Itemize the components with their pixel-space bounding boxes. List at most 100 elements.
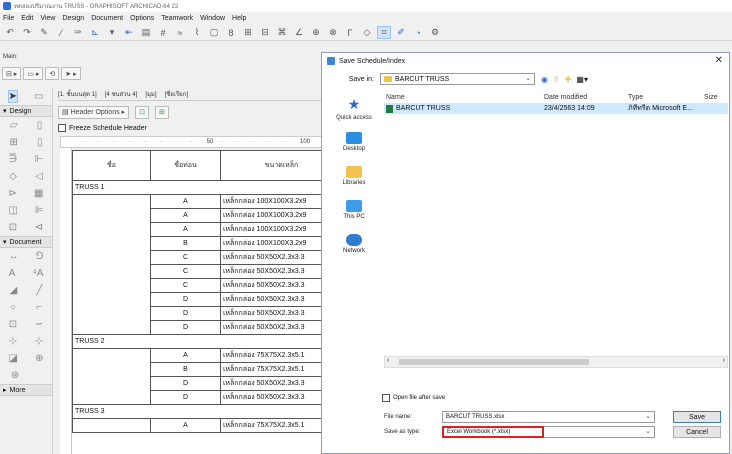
dimension-icon[interactable]: ↔	[9, 251, 19, 262]
window-icon[interactable]: ⊫	[35, 205, 44, 216]
ruler-icon[interactable]: Γ	[344, 27, 356, 38]
layer-icon[interactable]: ⊾	[89, 27, 101, 38]
col-size[interactable]: Size	[704, 94, 728, 101]
merge-button[interactable]: ⊞	[154, 105, 169, 119]
align-icon[interactable]: ⊟	[259, 27, 271, 38]
document-section-header[interactable]: ▾ Document	[0, 236, 52, 248]
menu-edit[interactable]: Edit	[21, 15, 33, 22]
measure-icon[interactable]: ∠	[293, 27, 305, 38]
size-cell[interactable]: เหล็กกล่อง 100X100X3.2x9	[220, 222, 332, 237]
level-dimension-icon[interactable]: ⅁	[36, 251, 44, 262]
size-cell[interactable]: เหล็กกล่อง 75X75X2.3x5.1	[220, 418, 332, 433]
line-icon[interactable]: ╱	[36, 285, 42, 296]
frame-icon[interactable]: ▢	[208, 27, 220, 38]
lock-icon[interactable]: 8	[225, 27, 237, 38]
col-name[interactable]: Name	[384, 94, 544, 101]
dropdown-icon[interactable]: ▾	[106, 27, 118, 38]
snap-icon[interactable]: ≈	[174, 27, 186, 38]
pen-icon[interactable]: ✑	[72, 27, 84, 38]
part-cell[interactable]: D	[150, 320, 221, 335]
col-date[interactable]: Date modified	[544, 94, 628, 101]
scroll-right-icon[interactable]: ›	[723, 357, 725, 364]
refresh-icon[interactable]: ⟲	[45, 67, 60, 80]
trace-icon[interactable]: ⊗	[327, 27, 339, 38]
part-cell[interactable]: B	[150, 236, 221, 251]
menu-design[interactable]: Design	[62, 15, 84, 22]
place-quick-access[interactable]: ★ Quick access	[326, 91, 382, 125]
size-cell[interactable]: เหล็กกล่อง 50X50X2.3x3.3	[220, 376, 332, 391]
part-cell[interactable]: C	[150, 278, 221, 293]
part-cell[interactable]: C	[150, 264, 221, 279]
part-cell[interactable]: D	[150, 376, 221, 391]
menu-file[interactable]: File	[3, 15, 14, 22]
place-this-pc[interactable]: This PC	[326, 193, 382, 227]
size-cell[interactable]: เหล็กกล่อง 50X50X2.3x3.3	[220, 250, 332, 265]
up-folder-icon[interactable]: ⇪	[553, 75, 560, 84]
name-cell[interactable]	[72, 264, 151, 279]
design-section-header[interactable]: ▾ Design	[0, 105, 52, 117]
name-cell[interactable]	[72, 320, 151, 335]
open-after-checkbox[interactable]	[382, 394, 390, 402]
freeze-checkbox[interactable]	[58, 124, 66, 132]
fill-icon[interactable]: ▤	[140, 27, 152, 38]
pencil-icon[interactable]: ✎	[38, 27, 50, 38]
col-header-size[interactable]: ขนาดเหล็ก	[220, 150, 332, 181]
group-name-cell[interactable]: TRUSS 2	[72, 334, 332, 349]
name-cell[interactable]	[72, 418, 151, 433]
file-name-field[interactable]: BARCUT TRUSS.xlsx ⌄	[442, 411, 655, 423]
part-cell[interactable]: D	[150, 306, 221, 321]
tab-floor[interactable]: [1. ชั้นบนสุด 1]	[58, 89, 97, 99]
figure-icon[interactable]: ⊹	[35, 336, 43, 347]
polyline-icon[interactable]: ⌐	[36, 302, 42, 313]
sun-icon[interactable]: ◇	[361, 27, 373, 38]
name-cell[interactable]	[72, 306, 151, 321]
name-cell[interactable]	[72, 362, 151, 377]
name-cell[interactable]	[72, 348, 151, 363]
name-cell[interactable]	[72, 236, 151, 251]
part-cell[interactable]: A	[150, 348, 221, 363]
col-type[interactable]: Type	[628, 94, 704, 101]
col-header-part[interactable]: ชื่อท่อน	[150, 150, 221, 181]
zoom-icon[interactable]: ⊕	[310, 27, 322, 38]
size-cell[interactable]: เหล็กกล่อง 75X75X2.3x5.1	[220, 362, 332, 377]
freeze-header-option[interactable]: Freeze Schedule Header	[58, 122, 332, 134]
group-name-cell[interactable]: TRUSS 3	[72, 404, 332, 419]
arrow-icon[interactable]: ➤	[7, 90, 18, 103]
selected-tool-icon[interactable]: ⌗	[377, 26, 391, 39]
scroll-left-icon[interactable]: ‹	[387, 357, 389, 364]
column-icon[interactable]: ▯	[37, 120, 43, 131]
menu-window[interactable]: Window	[200, 15, 225, 22]
place-libraries[interactable]: Libraries	[326, 159, 382, 193]
close-icon[interactable]: ✕	[715, 55, 723, 66]
object-icon[interactable]: ⊡	[9, 222, 17, 233]
name-cell[interactable]	[72, 208, 151, 223]
fill-tool-icon[interactable]: ◢	[10, 285, 18, 296]
part-cell[interactable]: A	[150, 418, 221, 433]
menu-options[interactable]: Options	[130, 15, 154, 22]
size-cell[interactable]: เหล็กกล่อง 100X100X3.2x9	[220, 236, 332, 251]
marquee-icon[interactable]: ▭	[34, 91, 43, 102]
part-cell[interactable]: D	[150, 390, 221, 405]
horizontal-scrollbar[interactable]: ‹ ›	[384, 356, 728, 368]
skylight-icon[interactable]: ⊳	[9, 188, 17, 199]
group-icon[interactable]: ⊞	[242, 27, 254, 38]
size-cell[interactable]: เหล็กกล่อง 100X100X3.2x9	[220, 208, 332, 223]
menu-help[interactable]: Help	[232, 15, 246, 22]
name-cell[interactable]	[72, 390, 151, 405]
open-after-save-option[interactable]: Open file after save	[382, 394, 445, 402]
lamp-icon[interactable]: ⊲	[35, 222, 43, 233]
name-cell[interactable]	[72, 222, 151, 237]
tab-angle[interactable]: [มุม]	[145, 89, 156, 99]
name-cell[interactable]	[72, 278, 151, 293]
door-icon[interactable]: ◫	[8, 205, 17, 216]
part-cell[interactable]: C	[150, 250, 221, 265]
save-as-type-dropdown[interactable]: ⌄	[544, 426, 655, 438]
redo-icon[interactable]: ↷	[21, 27, 33, 38]
file-row[interactable]: BARCUT TRUSS 23/4/2563 14:09 ภิทีทรีต Mi…	[384, 103, 728, 114]
size-cell[interactable]: เหล็กกล่อง 50X50X2.3x3.3	[220, 292, 332, 307]
wall-icon[interactable]: ▱	[10, 120, 18, 131]
spline-icon[interactable]: ∽	[35, 319, 43, 330]
view-menu-icon[interactable]: ▦▾	[576, 75, 588, 84]
guide-icon[interactable]: ⌇	[191, 27, 203, 38]
curtain-wall-icon[interactable]: ▦	[34, 188, 43, 199]
